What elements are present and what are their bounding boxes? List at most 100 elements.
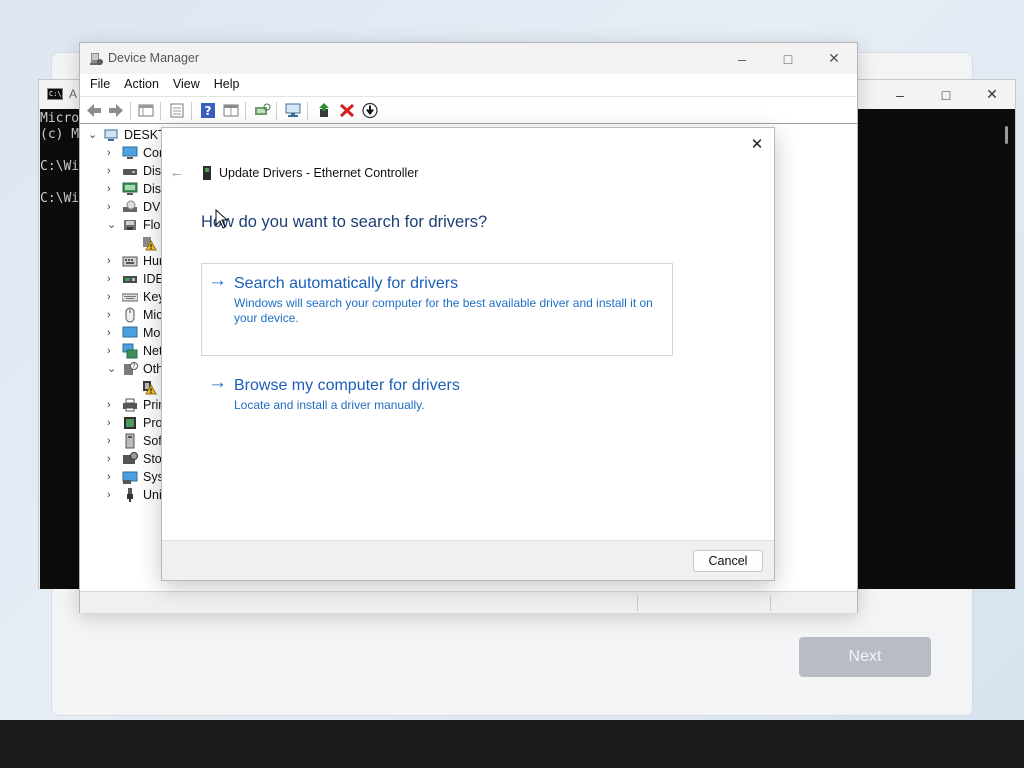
tree-item-label: Prir [143, 398, 163, 412]
cmd-scrollbar[interactable] [997, 109, 1015, 589]
chevron-right-icon[interactable]: › [107, 434, 117, 448]
uninstall-x-icon[interactable] [338, 102, 356, 119]
storage-controller-icon [123, 452, 138, 464]
monitor-icon [122, 146, 138, 159]
dm-title: Device Manager [108, 51, 200, 65]
chevron-right-icon[interactable]: › [107, 146, 117, 160]
taskbar [0, 720, 1024, 768]
close-icon[interactable]: ✕ [746, 133, 768, 155]
forward-arrow-icon[interactable] [107, 102, 125, 119]
mouse-cursor-icon [215, 209, 229, 229]
tree-item-label: Uni [143, 488, 162, 502]
ide-controller-icon [123, 276, 137, 283]
maximize-icon[interactable]: □ [923, 80, 969, 109]
arrow-right-icon: → [208, 270, 227, 291]
toolbar-separator [160, 102, 161, 120]
cmd-title: A [69, 87, 78, 101]
back-arrow-icon[interactable] [85, 102, 103, 119]
dm-menubar: File Action View Help [80, 74, 857, 96]
tree-item-label: Net [143, 344, 163, 358]
processor-icon [124, 417, 136, 429]
help-icon[interactable]: ? [199, 102, 217, 119]
software-device-icon [125, 433, 135, 449]
monitor-network-icon[interactable] [284, 102, 302, 119]
menu-file[interactable]: File [83, 74, 117, 96]
search-automatically-option[interactable]: → Search automatically for drivers Windo… [201, 263, 673, 356]
toolbar-separator [191, 102, 192, 120]
scan-hardware-icon[interactable] [253, 102, 271, 119]
svg-text:?: ? [205, 104, 212, 118]
chevron-right-icon[interactable]: › [107, 164, 117, 178]
properties-grid-icon[interactable] [137, 102, 155, 119]
dm-titlebar[interactable]: Device Manager – □ ✕ [80, 43, 857, 74]
option-description: Windows will search your computer for th… [234, 296, 653, 325]
keyboard-icon [122, 293, 138, 302]
chevron-right-icon[interactable]: › [107, 272, 117, 286]
device-manager-icon [90, 53, 103, 65]
cmd-scroll-thumb[interactable] [1005, 126, 1008, 144]
system-device-icon [122, 471, 138, 484]
dialog-footer: Cancel [162, 540, 774, 580]
maximize-icon[interactable]: □ [765, 43, 811, 74]
properties-sheet-icon[interactable] [168, 102, 186, 119]
mouse-icon [125, 307, 135, 323]
chevron-right-icon[interactable]: › [107, 308, 117, 322]
warning-device-icon [143, 381, 157, 395]
chevron-right-icon[interactable]: › [107, 254, 117, 268]
hid-icon [122, 256, 138, 267]
toolbar-separator [307, 102, 308, 120]
chevron-down-icon[interactable]: ⌄ [107, 362, 117, 376]
chevron-down-icon[interactable]: ⌄ [88, 128, 98, 142]
usb-icon [127, 488, 133, 502]
arrow-right-icon: → [208, 372, 227, 393]
svg-text:?: ? [132, 363, 135, 370]
cancel-button[interactable]: Cancel [693, 550, 763, 572]
tree-item-label: Mo [143, 326, 161, 340]
display-adapter-icon [122, 182, 138, 195]
chevron-right-icon[interactable]: › [107, 470, 117, 484]
status-divider [770, 595, 771, 611]
next-button[interactable]: Next [799, 637, 931, 677]
chevron-right-icon[interactable]: › [107, 398, 117, 412]
status-divider [637, 595, 638, 611]
menu-help[interactable]: Help [207, 74, 247, 96]
other-devices-icon: ? [124, 362, 138, 375]
toolbar-separator [276, 102, 277, 120]
warning-device-icon [143, 237, 157, 251]
network-adapter-icon [122, 343, 138, 359]
close-icon[interactable]: ✕ [969, 80, 1015, 109]
ethernet-controller-icon [203, 166, 211, 180]
view-grid-icon[interactable] [222, 102, 240, 119]
tree-item-label: Pro [143, 416, 163, 430]
close-icon[interactable]: ✕ [811, 43, 857, 74]
toolbar-separator [130, 102, 131, 120]
chevron-right-icon[interactable]: › [107, 200, 117, 214]
menu-action[interactable]: Action [117, 74, 166, 96]
dialog-title: Update Drivers - Ethernet Controller [219, 166, 419, 180]
chevron-right-icon[interactable]: › [107, 416, 117, 430]
back-arrow-icon[interactable]: ← [168, 163, 186, 181]
computer-icon [104, 129, 118, 141]
browse-computer-option[interactable]: → Browse my computer for drivers Locate … [201, 365, 673, 417]
toolbar-separator [245, 102, 246, 120]
update-drivers-dialog: ✕ ← Update Drivers - Ethernet Controller… [161, 127, 775, 581]
chevron-down-icon[interactable]: ⌄ [107, 218, 117, 232]
minimize-icon[interactable]: – [719, 43, 765, 74]
chevron-right-icon[interactable]: › [107, 452, 117, 466]
update-driver-icon[interactable] [315, 102, 333, 119]
chevron-right-icon[interactable]: › [107, 290, 117, 304]
disk-drive-icon [123, 169, 137, 175]
option-description: Locate and install a driver manually. [234, 398, 425, 412]
chevron-right-icon[interactable]: › [107, 488, 117, 502]
terminal-icon: C:\ [47, 88, 63, 100]
option-title: Search automatically for drivers [234, 275, 459, 292]
minimize-icon[interactable]: – [877, 80, 923, 109]
chevron-right-icon[interactable]: › [107, 344, 117, 358]
tree-item-label: Mic [143, 308, 163, 322]
menu-view[interactable]: View [166, 74, 207, 96]
chevron-right-icon[interactable]: › [107, 182, 117, 196]
disable-device-icon[interactable] [361, 102, 379, 119]
dm-statusbar [80, 591, 857, 613]
chevron-right-icon[interactable]: › [107, 326, 117, 340]
floppy-controller-icon [124, 220, 136, 230]
